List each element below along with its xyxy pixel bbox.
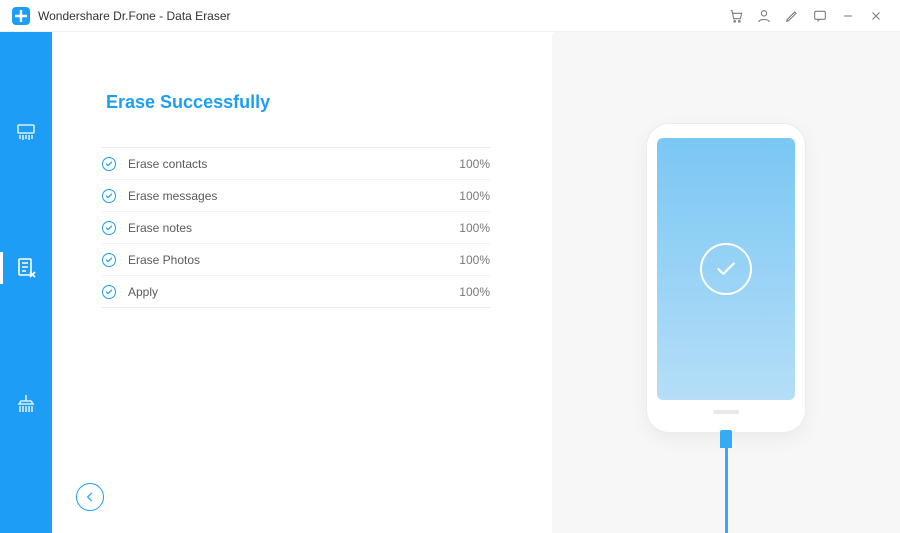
account-icon[interactable] <box>750 2 778 30</box>
device-illustration <box>552 32 900 533</box>
sidebar-item-erase[interactable] <box>0 248 52 288</box>
success-check-icon <box>700 243 752 295</box>
feedback-icon[interactable] <box>806 2 834 30</box>
check-icon <box>102 221 116 235</box>
item-percent: 100% <box>459 253 490 267</box>
item-label: Erase contacts <box>128 157 459 171</box>
list-item: Apply 100% <box>102 276 490 308</box>
window-title: Wondershare Dr.Fone - Data Eraser <box>38 9 231 23</box>
back-button[interactable] <box>76 483 104 511</box>
sidebar <box>0 32 52 533</box>
list-item: Erase messages 100% <box>102 180 490 212</box>
item-label: Erase Photos <box>128 253 459 267</box>
close-icon[interactable] <box>862 2 890 30</box>
erase-list: Erase contacts 100% Erase messages 100% … <box>102 147 490 308</box>
list-item: Erase notes 100% <box>102 212 490 244</box>
list-item: Erase contacts 100% <box>102 148 490 180</box>
app-logo <box>12 7 30 25</box>
check-icon <box>102 189 116 203</box>
cable-graphic <box>719 430 733 533</box>
sidebar-item-cleanup[interactable] <box>0 384 52 424</box>
cart-icon[interactable] <box>722 2 750 30</box>
titlebar: Wondershare Dr.Fone - Data Eraser <box>0 0 900 32</box>
list-item: Erase Photos 100% <box>102 244 490 276</box>
edit-icon[interactable] <box>778 2 806 30</box>
phone-graphic <box>647 124 805 432</box>
item-percent: 100% <box>459 189 490 203</box>
item-percent: 100% <box>459 221 490 235</box>
page-heading: Erase Successfully <box>102 92 552 113</box>
item-percent: 100% <box>459 157 490 171</box>
check-icon <box>102 285 116 299</box>
minimize-icon[interactable] <box>834 2 862 30</box>
check-icon <box>102 157 116 171</box>
item-percent: 100% <box>459 285 490 299</box>
main-content: Erase Successfully Erase contacts 100% E… <box>52 32 900 533</box>
check-icon <box>102 253 116 267</box>
item-label: Erase messages <box>128 189 459 203</box>
result-panel: Erase Successfully Erase contacts 100% E… <box>52 32 552 533</box>
phone-screen <box>657 138 795 400</box>
phone-home-indicator <box>713 410 739 414</box>
item-label: Erase notes <box>128 221 459 235</box>
item-label: Apply <box>128 285 459 299</box>
sidebar-item-shredder[interactable] <box>0 112 52 152</box>
